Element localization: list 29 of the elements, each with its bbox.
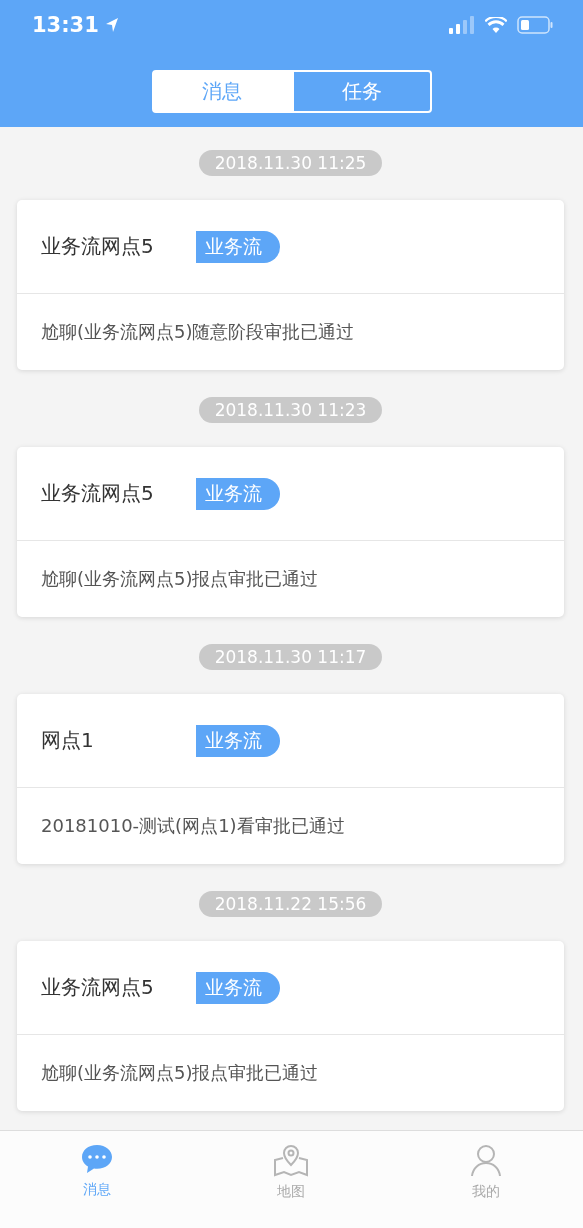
- tab-bar-item[interactable]: 地图: [231, 1143, 352, 1215]
- message-title: 业务流网点5: [41, 233, 155, 260]
- category-tag: 业务流: [196, 724, 280, 757]
- wifi-icon: [485, 17, 507, 33]
- message-title: 业务流网点5: [41, 974, 155, 1001]
- message-title: 业务流网点5: [41, 480, 155, 507]
- chat-bubble-icon: [80, 1143, 115, 1175]
- message-body: 尬聊(业务流网点5)报点审批已通过: [40, 1061, 320, 1085]
- segment-tab[interactable]: 任务: [291, 70, 432, 113]
- category-tag: 业务流: [196, 971, 280, 1004]
- map-pin-icon: [273, 1143, 310, 1177]
- message-body: 尬聊(业务流网点5)随意阶段审批已通过: [40, 320, 356, 344]
- category-tag: 业务流: [196, 230, 280, 263]
- location-arrow-icon: [104, 17, 119, 33]
- person-icon: [469, 1143, 502, 1177]
- message-card[interactable]: 业务流网点5 业务流 尬聊(业务流网点5)报点审批已通过: [17, 447, 564, 617]
- signal-icon: [449, 16, 475, 34]
- message-body: 尬聊(业务流网点5)报点审批已通过: [40, 567, 320, 591]
- tab-bar-item[interactable]: 消息: [37, 1143, 158, 1215]
- message-body: 20181010-测试(网点1)看审批已通过: [40, 814, 346, 838]
- message-title: 网点1: [41, 727, 95, 754]
- category-tag: 业务流: [196, 477, 280, 510]
- battery-icon: [517, 16, 553, 34]
- status-time: 13:31: [32, 13, 99, 37]
- message-card[interactable]: 业务流网点5 业务流 尬聊(业务流网点5)报点审批已通过: [17, 941, 564, 1111]
- tab-bar-item[interactable]: 我的: [425, 1143, 546, 1215]
- message-card[interactable]: 网点1 业务流 20181010-测试(网点1)看审批已通过: [17, 694, 564, 864]
- segment-tab[interactable]: 消息: [151, 70, 292, 113]
- message-card[interactable]: 业务流网点5 业务流 尬聊(业务流网点5)随意阶段审批已通过: [17, 200, 564, 370]
